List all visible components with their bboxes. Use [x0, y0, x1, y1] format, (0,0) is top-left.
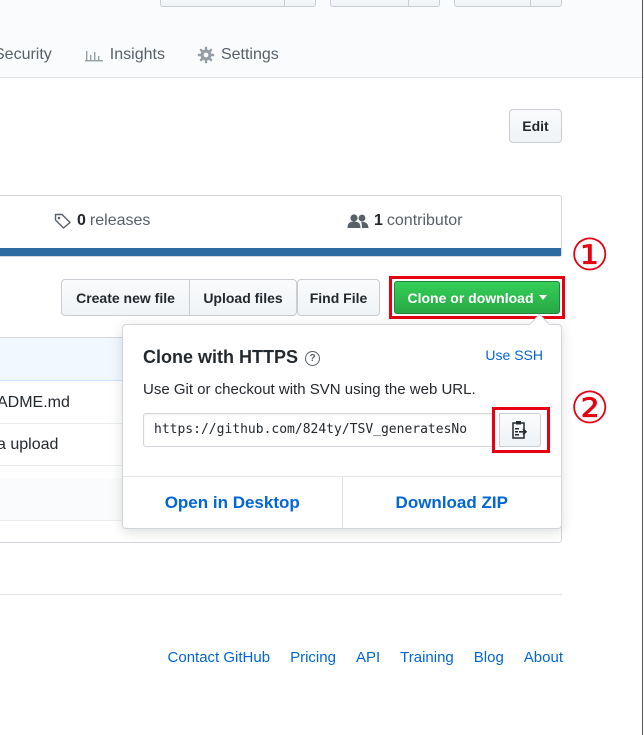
edit-description-button[interactable]: Edit — [509, 109, 562, 143]
clone-highlight-box: Clone or download — [389, 276, 565, 319]
footer-link-api[interactable]: API — [356, 649, 380, 666]
footer-link-pricing[interactable]: Pricing — [290, 649, 336, 666]
annotation-step-2: ② — [570, 383, 610, 434]
create-new-file-button[interactable]: Create new file — [61, 279, 190, 316]
tag-icon — [54, 213, 71, 229]
tab-label: Insights — [109, 46, 165, 63]
annotation-step-1: ① — [570, 230, 610, 281]
tab-label: Security — [0, 46, 52, 63]
gear-icon — [197, 46, 215, 64]
question-icon[interactable]: ? — [305, 351, 320, 366]
use-ssh-link[interactable]: Use SSH — [485, 347, 543, 363]
clone-dropdown: Clone with HTTPS ? Use SSH Use Git or ch… — [122, 324, 562, 529]
releases-count: 0 — [77, 212, 86, 229]
watch-button[interactable] — [160, 0, 316, 7]
file-name[interactable]: a upload — [0, 436, 58, 454]
star-button[interactable] — [330, 0, 440, 7]
footer-link-about[interactable]: About — [524, 649, 563, 666]
clone-url-input[interactable]: https://github.com/824ty/TSV_generatesNo — [143, 413, 493, 447]
footer-divider — [0, 594, 562, 595]
tab-label: Settings — [220, 46, 279, 63]
people-icon — [347, 214, 369, 228]
fork-button[interactable] — [454, 0, 562, 7]
clone-title: Clone with HTTPS ? — [143, 347, 320, 368]
graph-icon — [84, 51, 103, 62]
language-bar — [0, 248, 561, 256]
file-actions-group: Create new file Upload files — [61, 279, 297, 316]
contributors-count: 1 — [374, 212, 383, 229]
footer-link-blog[interactable]: Blog — [474, 649, 504, 666]
window-edge — [642, 0, 643, 735]
footer-link-contact[interactable]: Contact GitHub — [168, 649, 271, 666]
footer-links: Contact GitHub Pricing API Training Blog… — [168, 649, 563, 666]
footer-link-training[interactable]: Training — [400, 649, 454, 666]
find-file-button[interactable]: Find File — [297, 279, 380, 316]
clone-description: Use Git or checkout with SVN using the w… — [143, 381, 476, 398]
repo-summary: 0 releases 1 contributor — [0, 195, 562, 257]
copy-to-clipboard-button[interactable] — [499, 413, 541, 447]
repo-nav-tabs: Security Insights — [0, 42, 311, 68]
tab-security[interactable]: Security — [0, 46, 52, 64]
clone-title-text: Clone with HTTPS — [143, 347, 298, 367]
tab-settings[interactable]: Settings — [197, 46, 279, 64]
tab-insights[interactable]: Insights — [84, 46, 165, 64]
releases-label: releases — [89, 212, 151, 229]
contributors-label: contributor — [386, 212, 463, 229]
clone-or-download-button[interactable]: Clone or download — [394, 281, 560, 314]
upload-files-button[interactable]: Upload files — [190, 279, 297, 316]
contributors-link[interactable]: 1 contributor — [347, 212, 463, 230]
clone-actions: Open in Desktop Download ZIP — [123, 476, 561, 528]
clipboard-icon — [512, 421, 528, 439]
open-in-desktop-button[interactable]: Open in Desktop — [123, 477, 342, 528]
download-zip-button[interactable]: Download ZIP — [341, 477, 562, 528]
copy-highlight-box — [492, 407, 550, 453]
find-file-group: Find File — [297, 279, 380, 316]
clone-button-label: Clone or download — [407, 289, 534, 306]
caret-down-icon — [538, 295, 547, 300]
file-name[interactable]: ADME.md — [0, 394, 70, 412]
repo-header: Security Insights — [0, 0, 644, 78]
releases-link[interactable]: 0 releases — [54, 212, 150, 230]
